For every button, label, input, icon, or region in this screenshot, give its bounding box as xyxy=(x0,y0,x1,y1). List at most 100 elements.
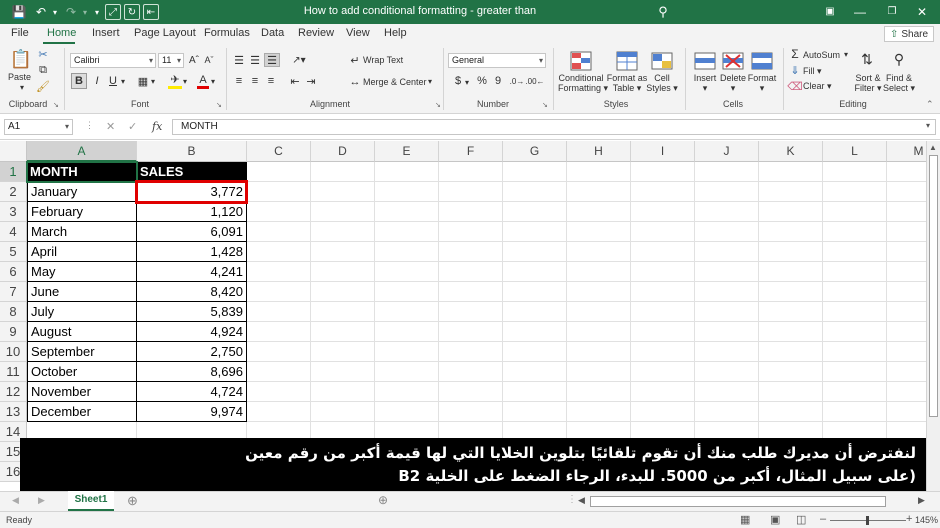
increase-indent-icon[interactable]: ⇥ xyxy=(304,74,318,88)
fullscreen-icon[interactable]: ⤢ xyxy=(105,4,121,20)
collapse-ribbon-icon[interactable]: ⌃ xyxy=(926,99,934,110)
number-launcher-icon[interactable]: ↘ xyxy=(542,101,548,109)
insert-function-icon[interactable]: fx xyxy=(152,120,162,133)
sales-cell[interactable]: 2,750 xyxy=(137,342,247,362)
currency-button[interactable]: $ xyxy=(452,74,464,88)
fill-color-dropdown-icon[interactable]: ▾ xyxy=(183,77,187,86)
font-name-select[interactable]: Calibri ▾ xyxy=(70,53,156,68)
row-header-12[interactable]: 12 xyxy=(0,382,27,402)
tab-help[interactable]: Help xyxy=(384,27,407,39)
row-header-2[interactable]: 2 xyxy=(0,182,27,202)
row-header-5[interactable]: 5 xyxy=(0,242,27,262)
scroll-sheets-right-icon[interactable]: ▶ xyxy=(38,495,45,506)
decrease-decimal-icon[interactable]: .00← xyxy=(525,74,544,88)
sales-cell[interactable]: 8,420 xyxy=(137,282,247,302)
sales-cell[interactable]: 9,974 xyxy=(137,402,247,422)
qat-customize-icon[interactable]: ▾ xyxy=(88,3,106,21)
italic-button[interactable]: I xyxy=(90,73,104,89)
normal-view-icon[interactable]: ▦ xyxy=(740,513,750,526)
sort-filter-icon[interactable]: ⇅ xyxy=(856,48,878,70)
column-header-m[interactable]: M xyxy=(887,141,926,162)
new-sheet-icon[interactable]: ⊕ xyxy=(127,493,138,509)
vertical-scrollbar[interactable]: ▲ xyxy=(926,141,940,491)
page-layout-view-icon[interactable]: ▣ xyxy=(770,513,780,526)
paste-icon[interactable]: 📋 xyxy=(10,48,32,70)
column-header-d[interactable]: D xyxy=(311,141,375,162)
hscroll-right-icon[interactable]: ▶ xyxy=(918,495,925,506)
format-as-table-button[interactable]: Format as Table ▾ xyxy=(606,73,648,93)
vertical-scroll-thumb[interactable] xyxy=(929,155,938,417)
currency-dropdown-icon[interactable]: ▾ xyxy=(465,78,469,87)
borders-dropdown-icon[interactable]: ▾ xyxy=(151,77,155,86)
search-icon[interactable]: ⚲ xyxy=(654,3,672,21)
share-button[interactable]: ⇧ Share xyxy=(884,26,934,42)
zoom-out-icon[interactable]: – xyxy=(820,513,826,525)
row-header-8[interactable]: 8 xyxy=(0,302,27,322)
formula-input[interactable]: MONTH xyxy=(172,119,936,135)
refresh-icon[interactable]: ↻ xyxy=(124,4,140,20)
expand-formula-bar-icon[interactable]: ▾ xyxy=(926,121,930,130)
month-cell[interactable]: January xyxy=(27,182,137,202)
conditional-formatting-icon[interactable] xyxy=(569,50,593,72)
find-select-icon[interactable]: ⚲ xyxy=(888,48,910,70)
underline-button[interactable]: U xyxy=(106,73,120,89)
align-center-icon[interactable]: ≡ xyxy=(248,74,262,88)
zoom-level[interactable]: 145% xyxy=(915,515,938,525)
merge-dropdown-icon[interactable]: ▾ xyxy=(428,77,432,86)
cut-icon[interactable]: ✂ xyxy=(37,48,49,61)
sales-cell[interactable]: 4,924 xyxy=(137,322,247,342)
name-box[interactable]: A1 ▾ xyxy=(4,119,73,135)
clear-button[interactable]: Clear ▾ xyxy=(803,81,832,92)
page-break-view-icon[interactable]: ◫ xyxy=(796,513,806,526)
paste-dropdown-icon[interactable]: ▾ xyxy=(20,83,24,92)
font-size-select[interactable]: 11 ▾ xyxy=(158,53,184,68)
row-header-7[interactable]: 7 xyxy=(0,282,27,302)
row-header-6[interactable]: 6 xyxy=(0,262,27,282)
row-header-11[interactable]: 11 xyxy=(0,362,27,382)
wrap-text-button[interactable]: Wrap Text xyxy=(363,55,403,65)
row-header-1[interactable]: 1 xyxy=(0,162,27,182)
column-header-f[interactable]: F xyxy=(439,141,503,162)
sales-cell[interactable]: 4,241 xyxy=(137,262,247,282)
autosum-dropdown-icon[interactable]: ▾ xyxy=(844,50,848,59)
align-bottom-icon[interactable]: ☰ xyxy=(264,53,280,67)
sales-cell[interactable]: 1,120 xyxy=(137,202,247,222)
row-header-13[interactable]: 13 xyxy=(0,402,27,422)
horizontal-scroll-thumb[interactable] xyxy=(590,496,886,507)
tab-data[interactable]: Data xyxy=(261,27,284,39)
column-header-j[interactable]: J xyxy=(695,141,759,162)
column-header-h[interactable]: H xyxy=(567,141,631,162)
align-top-icon[interactable]: ☰ xyxy=(232,53,246,67)
hscroll-left-icon[interactable]: ◀ xyxy=(578,495,585,506)
month-cell[interactable]: April xyxy=(27,242,137,262)
column-header-g[interactable]: G xyxy=(503,141,567,162)
touch-mode-icon[interactable]: ⇤ xyxy=(143,4,159,20)
format-painter-icon[interactable]: 🖌 xyxy=(36,80,50,93)
conditional-formatting-button[interactable]: Conditional Formatting ▾ xyxy=(558,73,608,93)
ribbon-display-icon[interactable]: ▣ xyxy=(818,3,842,21)
number-format-select[interactable]: General ▾ xyxy=(448,53,546,68)
tab-view[interactable]: View xyxy=(346,27,370,39)
borders-icon[interactable]: ▦ xyxy=(136,73,150,89)
month-cell[interactable]: May xyxy=(27,262,137,282)
delete-cells-button[interactable]: Delete ▾ xyxy=(717,73,749,93)
sheet-tab-sheet1[interactable]: Sheet1 xyxy=(68,491,114,511)
autosum-button[interactable]: AutoSum xyxy=(803,50,840,60)
sales-cell[interactable]: 5,839 xyxy=(137,302,247,322)
merge-center-button[interactable]: Merge & Center xyxy=(363,77,427,87)
insert-cells-button[interactable]: Insert ▾ xyxy=(690,73,720,93)
cell-styles-icon[interactable] xyxy=(650,50,674,72)
month-cell[interactable]: July xyxy=(27,302,137,322)
increase-font-icon[interactable]: Aˆ xyxy=(188,54,200,66)
column-header-e[interactable]: E xyxy=(375,141,439,162)
month-cell[interactable]: December xyxy=(27,402,137,422)
percent-button[interactable]: % xyxy=(476,74,488,88)
tab-file[interactable]: File xyxy=(11,27,29,39)
format-cells-icon[interactable] xyxy=(750,50,774,72)
align-right-icon[interactable]: ≡ xyxy=(264,74,278,88)
column-header-a[interactable]: A xyxy=(27,141,137,162)
format-as-table-icon[interactable] xyxy=(615,50,639,72)
cell-styles-button[interactable]: Cell Styles ▾ xyxy=(645,73,679,93)
paste-button[interactable]: Paste xyxy=(8,72,31,82)
column-header-c[interactable]: C xyxy=(247,141,311,162)
